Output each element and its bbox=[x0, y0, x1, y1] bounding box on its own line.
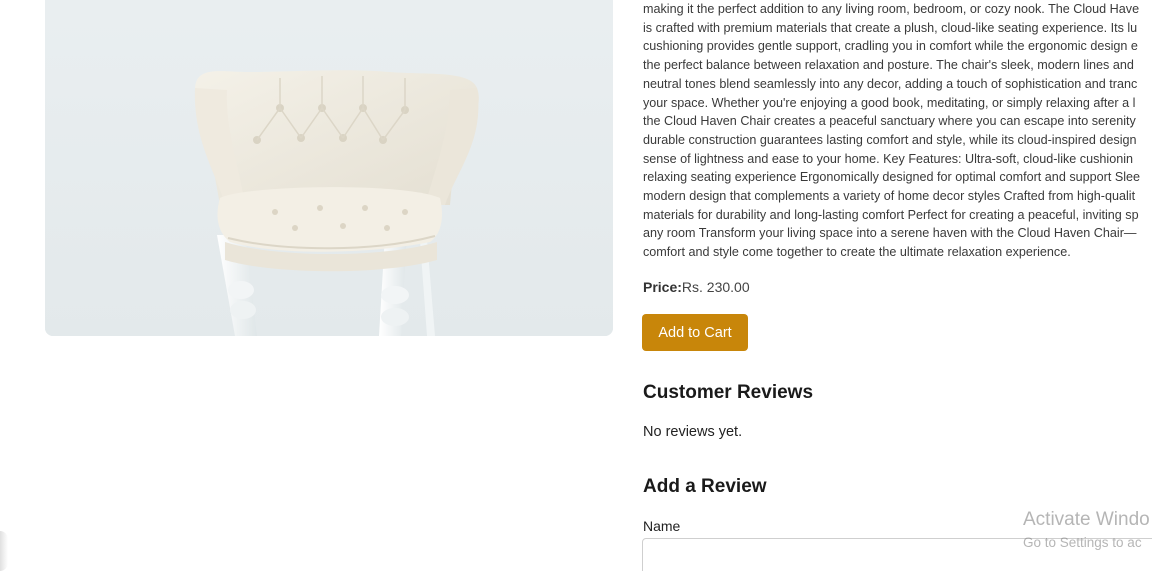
name-label: Name bbox=[643, 518, 681, 534]
price-value: Rs. 230.00 bbox=[681, 279, 750, 295]
description-line: the Cloud Haven Chair creates a peaceful… bbox=[643, 114, 1136, 129]
product-description: making it the perfect addition to any li… bbox=[643, 0, 1152, 262]
name-input[interactable] bbox=[642, 538, 1152, 571]
description-line: any room Transform your living space int… bbox=[643, 226, 1137, 241]
description-line: modern design that complements a variety… bbox=[643, 189, 1136, 204]
product-image bbox=[45, 0, 613, 336]
add-review-heading: Add a Review bbox=[643, 476, 767, 497]
no-reviews-text: No reviews yet. bbox=[643, 424, 743, 440]
description-line: cushioning provides gentle support, crad… bbox=[643, 39, 1138, 54]
watermark-title: Activate Windo bbox=[1023, 509, 1150, 530]
description-line: materials for durability and long-lastin… bbox=[643, 207, 1139, 222]
edge-shadow bbox=[0, 531, 8, 571]
product-page: making it the perfect addition to any li… bbox=[0, 0, 1152, 571]
description-line: comfort and style come together to creat… bbox=[643, 245, 1071, 260]
add-to-cart-button[interactable]: Add to Cart bbox=[642, 314, 748, 351]
description-line: making it the perfect addition to any li… bbox=[643, 2, 1140, 16]
description-line: the perfect balance between relaxation a… bbox=[643, 58, 1134, 73]
description-line: is crafted with premium materials that c… bbox=[643, 20, 1138, 35]
description-line: your space. Whether you're enjoying a go… bbox=[643, 95, 1136, 110]
customer-reviews-heading: Customer Reviews bbox=[643, 382, 814, 403]
description-line: relaxing seating experience Ergonomicall… bbox=[643, 170, 1141, 185]
chair-photo bbox=[45, 0, 613, 336]
price-label: Price: bbox=[643, 279, 682, 295]
description-line: durable construction guarantees lasting … bbox=[643, 132, 1137, 147]
description-line: neutral tones blend seamlessly into any … bbox=[643, 76, 1138, 91]
description-line: sense of lightness and ease to your home… bbox=[643, 151, 1134, 166]
product-details: making it the perfect addition to any li… bbox=[642, 0, 1152, 571]
price-row: Price:Rs. 230.00 bbox=[643, 279, 750, 295]
